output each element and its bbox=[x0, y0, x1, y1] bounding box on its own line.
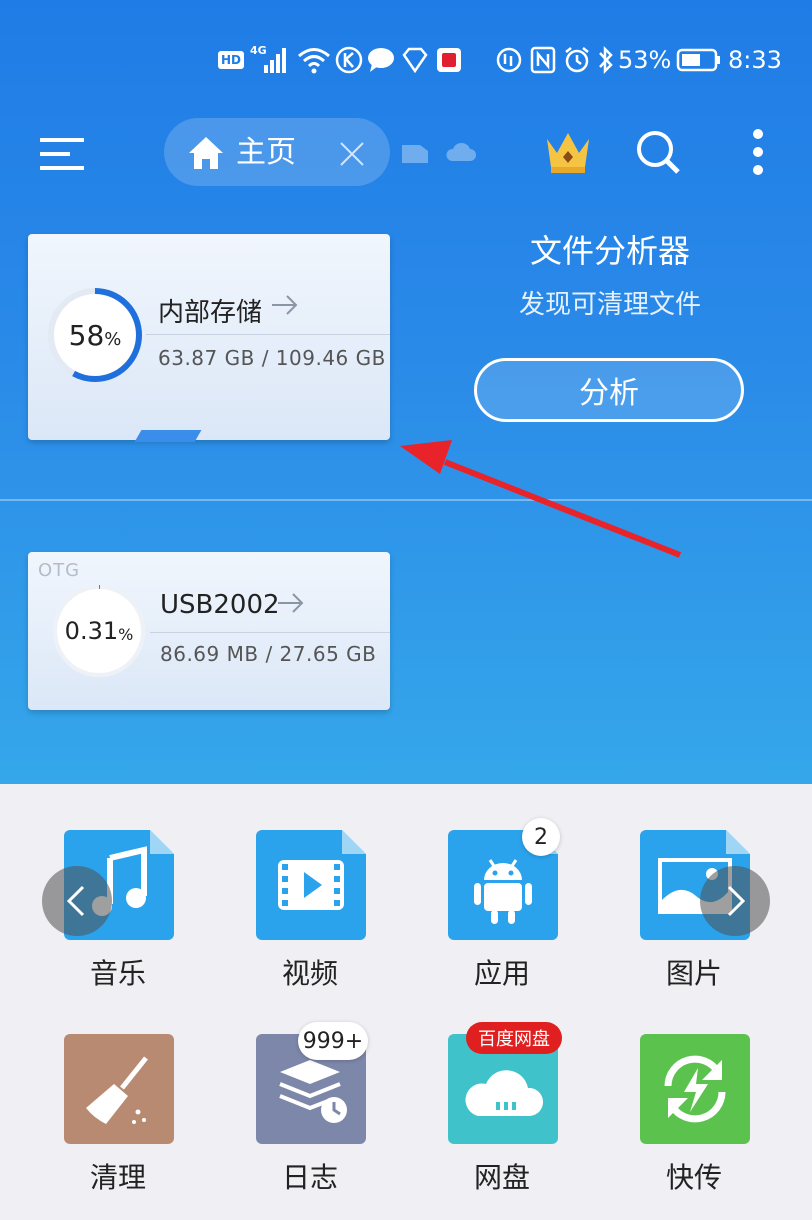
internal-storage-card[interactable]: 58% 内部存储 63.87 GB / 109.46 GB bbox=[28, 234, 390, 442]
prev-page-button[interactable] bbox=[42, 866, 112, 936]
hd-icon: HD bbox=[218, 38, 245, 82]
k-app-icon bbox=[334, 38, 364, 82]
usb-storage-card[interactable]: OTG 0.31% USB2002 86.69 MB / 27.65 GB bbox=[28, 552, 390, 710]
internal-storage-percent: 58 bbox=[68, 318, 105, 352]
category-log-label: 日志 bbox=[281, 1161, 338, 1194]
bluetooth-icon bbox=[596, 38, 616, 82]
search-button[interactable] bbox=[630, 124, 686, 180]
quick-transfer-icon bbox=[664, 1055, 726, 1123]
otg-tag: OTG bbox=[38, 560, 81, 581]
crown-icon bbox=[547, 133, 589, 173]
next-page-button[interactable] bbox=[700, 866, 770, 936]
usb-storage-line bbox=[150, 632, 390, 633]
heart-diamond-icon bbox=[400, 38, 430, 82]
apps-badge: 2 bbox=[522, 818, 560, 856]
status-time: 8:33 bbox=[728, 46, 782, 74]
usb-storage-percent: 0.31 bbox=[64, 617, 119, 645]
wifi-icon bbox=[296, 38, 332, 82]
close-icon bbox=[340, 142, 364, 166]
battery-icon bbox=[676, 38, 722, 82]
category-apps-label: 应用 bbox=[473, 957, 530, 990]
nfc-icon bbox=[528, 38, 558, 82]
tab-home-label: 主页 bbox=[236, 135, 296, 170]
internal-storage-size: 63.87 GB / 109.46 GB bbox=[158, 346, 386, 370]
usb-storage-name: USB2002 bbox=[160, 590, 280, 620]
usb-storage-size: 86.69 MB / 27.65 GB bbox=[160, 642, 377, 666]
vip-button[interactable] bbox=[540, 124, 596, 180]
usb-storage-arrow-icon bbox=[276, 592, 306, 618]
category-music-label: 音乐 bbox=[89, 957, 146, 990]
category-quick-transfer[interactable] bbox=[640, 1034, 750, 1144]
status-bar: HD 4G 53% 8:33 bbox=[0, 38, 812, 82]
search-icon bbox=[637, 131, 680, 174]
close-tab-button[interactable] bbox=[330, 132, 374, 176]
chevron-left-icon bbox=[66, 885, 85, 917]
clean-tile bbox=[64, 1034, 174, 1144]
category-images-label: 图片 bbox=[665, 957, 722, 990]
category-cloud-disk-label: 网盘 bbox=[473, 1161, 530, 1194]
internal-storage-arrow-icon bbox=[270, 294, 300, 320]
sd-card-tab[interactable] bbox=[398, 138, 432, 168]
more-button[interactable] bbox=[736, 124, 780, 180]
internal-storage-line bbox=[146, 334, 390, 335]
chat-icon bbox=[366, 38, 396, 82]
quick-transfer-tile bbox=[640, 1034, 750, 1144]
broom-icon bbox=[86, 1056, 148, 1124]
home-icon bbox=[184, 130, 228, 176]
chevron-right-icon bbox=[727, 885, 746, 917]
data-saver-icon bbox=[494, 38, 524, 82]
signal-icon: 4G bbox=[248, 38, 292, 82]
storage-divider bbox=[0, 499, 812, 501]
category-quick-transfer-label: 快传 bbox=[665, 1161, 722, 1194]
battery-percent: 53% bbox=[618, 46, 672, 74]
analyzer-title: 文件分析器 bbox=[529, 232, 690, 270]
category-clean-label: 清理 bbox=[89, 1161, 146, 1194]
cloud-tab[interactable] bbox=[442, 136, 478, 168]
internal-storage-ring: 58% bbox=[44, 284, 146, 386]
menu-icon bbox=[40, 138, 84, 170]
analyzer-subtitle: 发现可清理文件 bbox=[518, 290, 701, 320]
category-clean[interactable] bbox=[64, 1034, 174, 1144]
internal-storage-percent-sign: % bbox=[104, 328, 122, 350]
analyze-button[interactable]: 分析 bbox=[474, 358, 744, 422]
alarm-icon bbox=[562, 38, 592, 82]
usb-storage-percent-sign: % bbox=[118, 624, 134, 644]
log-badge: 999+ bbox=[298, 1022, 368, 1060]
menu-button[interactable] bbox=[30, 124, 94, 184]
more-vert-icon bbox=[753, 129, 763, 175]
category-video[interactable] bbox=[256, 830, 366, 940]
internal-storage-name: 内部存储 bbox=[158, 298, 263, 328]
cloud-icon bbox=[446, 142, 476, 161]
baidu-cloud-badge: 百度网盘 bbox=[466, 1022, 562, 1054]
red-app-icon bbox=[436, 38, 462, 82]
sd-card-icon bbox=[402, 145, 428, 163]
card-notch bbox=[134, 430, 202, 442]
category-video-label: 视频 bbox=[281, 957, 338, 990]
usb-storage-ring: 0.31% bbox=[48, 580, 150, 682]
